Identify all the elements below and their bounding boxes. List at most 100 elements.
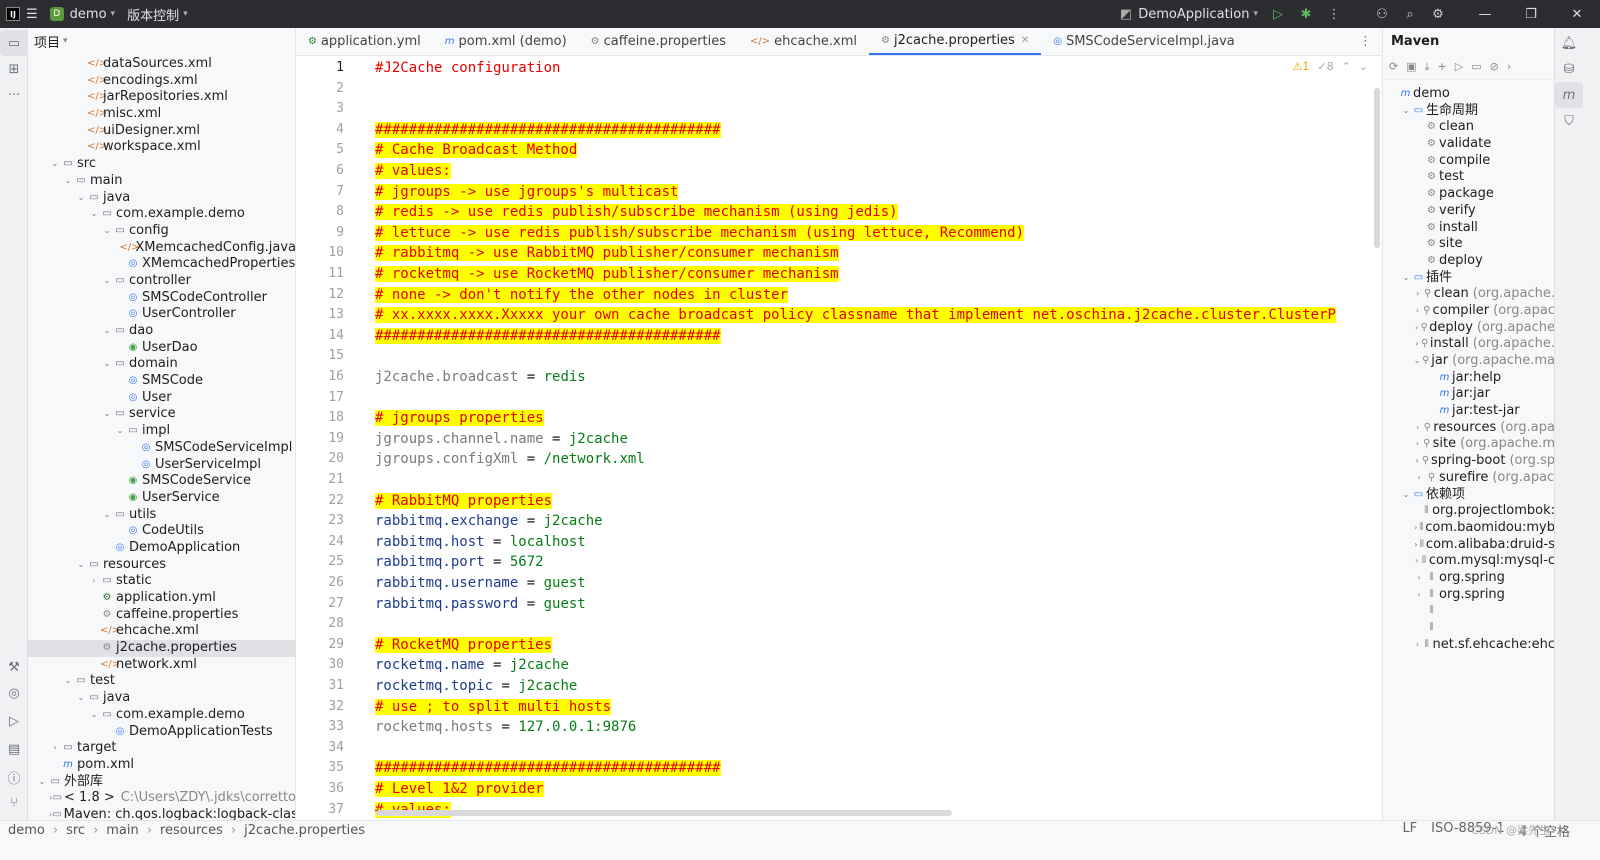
maven-tree-item[interactable]: ⌄ ▭ 依赖项 (1383, 487, 1554, 504)
next-highlight-icon[interactable]: ⌄ (1359, 60, 1368, 73)
project-switcher[interactable]: D demo ▾ (44, 0, 121, 28)
tree-arrow-icon[interactable]: ⌄ (101, 223, 113, 240)
tree-item[interactable]: ⌄ ▭ controller (28, 273, 295, 290)
tree-arrow-icon[interactable]: ⌄ (101, 507, 113, 524)
editor-tab[interactable]: </> ehcache.xml (738, 28, 869, 55)
git-icon[interactable]: ⑂ (0, 790, 28, 816)
tree-item[interactable]: › ▭ < 1.8 > C:\Users\ZDY\.jdks\corretto (28, 790, 295, 807)
tree-item[interactable]: ⌄ ▭ config (28, 223, 295, 240)
editor-tab[interactable]: ◎ SMSCodeServiceImpl.java (1041, 28, 1247, 55)
tree-arrow-icon[interactable]: › (88, 573, 100, 590)
prev-highlight-icon[interactable]: ⌃ (1342, 60, 1351, 73)
tree-item[interactable]: </> misc.xml (28, 106, 295, 123)
tree-arrow-icon[interactable]: › (1413, 336, 1421, 353)
maven-tree-item[interactable]: m demo (1383, 86, 1554, 103)
tree-arrow-icon[interactable]: › (1413, 420, 1422, 437)
tree-item[interactable]: ◎ SMSCodeController (28, 290, 295, 307)
tree-arrow-icon[interactable]: ⌄ (101, 356, 113, 373)
tree-item[interactable]: ⌄ ▭ test (28, 673, 295, 690)
tree-arrow-icon[interactable]: ⌄ (75, 557, 87, 574)
terminal-icon[interactable]: ▤ (0, 736, 28, 762)
tree-item[interactable]: ⌄ ▭ java (28, 190, 295, 207)
tree-arrow-icon[interactable]: ⌄ (1400, 487, 1412, 504)
maven-tree-item[interactable]: ⚙ deploy (1383, 253, 1554, 270)
maven-tree-item[interactable]: m jar:jar (1383, 386, 1554, 403)
tree-item[interactable]: ◎ User (28, 390, 295, 407)
expand-icon[interactable]: › (1507, 60, 1511, 73)
tree-item[interactable]: </> network.xml (28, 657, 295, 674)
maven-tree-item[interactable]: ⫴ (1383, 620, 1554, 637)
tree-item[interactable]: ⚙ j2cache.properties (28, 640, 295, 657)
tree-item[interactable]: ◎ SMSCodeServiceImpl (28, 440, 295, 457)
tree-arrow-icon[interactable]: ⌄ (101, 273, 113, 290)
tree-item[interactable]: ⌄ ▭ utils (28, 507, 295, 524)
tree-item[interactable]: ◉ UserService (28, 490, 295, 507)
tree-arrow-icon[interactable]: › (1413, 303, 1422, 320)
maven-tree-item[interactable]: ⚙ verify (1383, 203, 1554, 220)
maven-tree-item[interactable]: › ⚲ compiler (org.apac (1383, 303, 1554, 320)
maven-tree-item[interactable]: › ⚲ install (org.apache. (1383, 336, 1554, 353)
tree-item[interactable]: ⌄ ▭ src (28, 156, 295, 173)
breadcrumb-item[interactable]: main (106, 823, 138, 838)
tree-arrow-icon[interactable]: ⌄ (114, 423, 126, 440)
project-tool-icon[interactable]: ▭ (0, 30, 28, 56)
maven-tree-item[interactable]: ⚙ test (1383, 169, 1554, 186)
maven-tree-item[interactable]: › ⫴ com.mysql:mysql-c (1383, 553, 1554, 570)
tree-item[interactable]: ◎ UserServiceImpl (28, 457, 295, 474)
toggle-offline-icon[interactable]: ▭ (1471, 60, 1481, 73)
maven-tree-item[interactable]: m jar:test-jar (1383, 403, 1554, 420)
maven-tree-item[interactable]: › ⫴ net.sf.ehcache:ehc (1383, 637, 1554, 654)
tree-item[interactable]: </> workspace.xml (28, 139, 295, 156)
tree-item[interactable]: ⌄ ▭ dao (28, 323, 295, 340)
tree-item[interactable]: ◎ DemoApplicationTests (28, 724, 295, 741)
tree-arrow-icon[interactable]: › (1413, 570, 1425, 587)
vcs-menu[interactable]: 版本控制 ▾ (121, 0, 194, 28)
maven-tree-item[interactable]: ⚙ package (1383, 186, 1554, 203)
maven-tree-item[interactable]: ⚙ clean (1383, 119, 1554, 136)
tree-item[interactable]: m pom.xml (28, 757, 295, 774)
close-window-button[interactable]: ✕ (1554, 0, 1600, 28)
debug-icon[interactable]: ✱ (1292, 0, 1320, 28)
maven-tree-item[interactable]: › ⫴ org.spring (1383, 570, 1554, 587)
maven-tree-item[interactable]: ⚙ compile (1383, 153, 1554, 170)
tree-item[interactable]: ◎ SMSCode (28, 373, 295, 390)
tree-arrow-icon[interactable]: › (1413, 587, 1425, 604)
tree-arrow-icon[interactable]: ⌄ (88, 707, 100, 724)
breadcrumb-item[interactable]: j2cache.properties (244, 823, 365, 838)
inspection-widget[interactable]: ⚠1 ✓8 ⌃ ⌄ (1292, 60, 1368, 73)
tree-item[interactable]: ⌄ ▭ impl (28, 423, 295, 440)
tree-item[interactable]: ⚙ caffeine.properties (28, 607, 295, 624)
tree-item[interactable]: › ▭ target (28, 740, 295, 757)
database-icon[interactable]: ⛁ (1555, 56, 1583, 82)
generate-sources-icon[interactable]: ▣ (1406, 60, 1416, 73)
breadcrumb-item[interactable]: resources (160, 823, 223, 838)
maven-tree-item[interactable]: ⚙ site (1383, 236, 1554, 253)
tree-arrow-icon[interactable]: ⌄ (36, 774, 48, 791)
tree-arrow-icon[interactable]: ⌄ (1413, 353, 1421, 370)
structure-tool-icon[interactable]: ⊞ (0, 56, 28, 82)
editor-tab[interactable]: ⚙ application.yml (296, 28, 433, 55)
breadcrumb-item[interactable]: src (66, 823, 85, 838)
horizontal-scrollbar[interactable] (376, 810, 952, 816)
maven-tree-item[interactable]: › ⫴ com.alibaba:druid-s (1383, 537, 1554, 554)
maven-tree-item[interactable]: ⚙ install (1383, 220, 1554, 237)
maven-tree-item[interactable]: ⫴ (1383, 603, 1554, 620)
tree-arrow-icon[interactable]: › (49, 740, 61, 757)
run-config-selector[interactable]: ◩ DemoApplication ▾ (1114, 0, 1264, 28)
build-hammer-icon[interactable]: ⚒ (0, 654, 28, 680)
skip-tests-icon[interactable]: ⊘ (1490, 60, 1499, 73)
tree-item[interactable]: ⚙ application.yml (28, 590, 295, 607)
ide-logo-icon[interactable]: IJ (6, 7, 20, 21)
editor-tab[interactable]: m pom.xml (demo) (433, 28, 579, 55)
maven-tree-item[interactable]: ⌄ ▭ 生命周期 (1383, 103, 1554, 120)
line-separator-indicator[interactable]: LF (1402, 821, 1417, 840)
tree-arrow-icon[interactable]: ⌄ (101, 323, 113, 340)
tree-arrow-icon[interactable]: › (1413, 320, 1420, 337)
tree-arrow-icon[interactable]: › (1413, 470, 1425, 487)
tree-item[interactable]: ⌄ ▭ com.example.demo (28, 206, 295, 223)
tree-arrow-icon[interactable]: ⌄ (62, 173, 74, 190)
search-icon[interactable]: ⌕ (1396, 0, 1424, 28)
tree-item[interactable]: ⌄ ▭ domain (28, 356, 295, 373)
tree-item[interactable]: </> encodings.xml (28, 73, 295, 90)
tree-item[interactable]: ◎ XMemcachedProperties (28, 256, 295, 273)
